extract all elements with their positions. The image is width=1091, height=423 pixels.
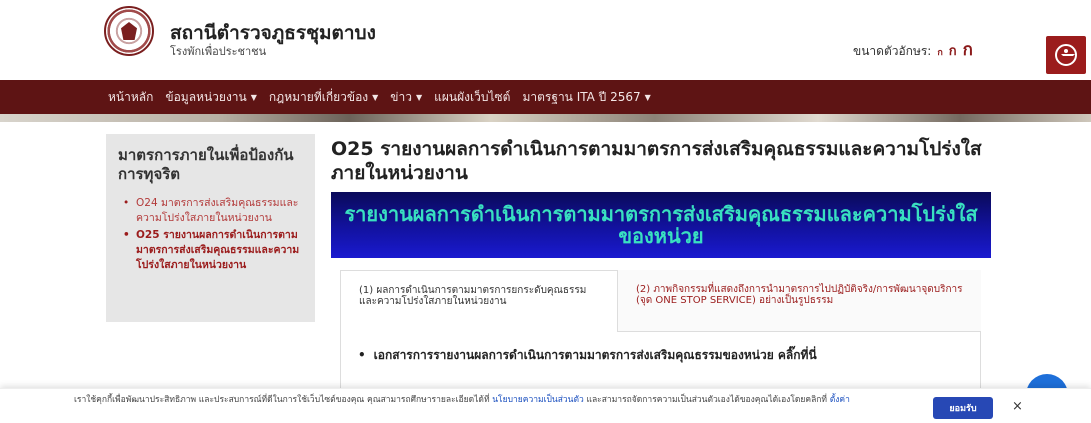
chevron-down-icon: ▼ — [250, 92, 257, 102]
page-title: O25 รายงานผลการดำเนินการตามมาตรการส่งเสร… — [331, 138, 982, 184]
sidebar: มาตรการภายในเพื่อป้องกันการทุจริต O24 มา… — [106, 134, 315, 322]
cookie-banner: เราใช้คุกกี้เพื่อพัฒนาประสิทธิภาพ และประ… — [0, 388, 1091, 423]
nav-item-label: ข้อมูลหน่วยงาน — [165, 89, 247, 104]
nav-item[interactable]: ข่าว ▼ — [390, 88, 422, 107]
nav-item[interactable]: หน้าหลัก — [108, 88, 153, 107]
police-emblem-logo[interactable] — [104, 6, 154, 56]
accessibility-button[interactable] — [1046, 36, 1086, 74]
report-banner: รายงานผลการดำเนินการตามมาตรการส่งเสริมคุ… — [331, 192, 991, 258]
chevron-down-icon: ▼ — [415, 92, 423, 102]
sidebar-title: มาตรการภายในเพื่อป้องกันการทุจริต — [118, 146, 294, 183]
tab-activities[interactable]: (2) ภาพกิจกรรมที่แสดงถึงการนำมาตรการไปปฏ… — [618, 270, 981, 332]
tabs: (1) ผลการดำเนินการตามมาตรการยกระดับคุณธร… — [340, 270, 981, 332]
nav-item-label: หน้าหลัก — [108, 89, 154, 104]
emblem-shield-icon — [121, 22, 137, 40]
cookie-text-after: และสามารถจัดการความเป็นส่วนตัวเองได้ของค… — [583, 395, 830, 405]
sidebar-item-o24[interactable]: O24 มาตรการส่งเสริมคุณธรรมและความโปร่งใส… — [118, 196, 303, 226]
font-size-large-button[interactable]: ก — [963, 36, 973, 63]
cookie-text-before: เราใช้คุกกี้เพื่อพัฒนาประสิทธิภาพ และประ… — [74, 395, 493, 405]
close-icon[interactable]: × — [1012, 399, 1023, 414]
nav-item[interactable]: มาตรฐาน ITA ปี 2567 ▼ — [522, 88, 650, 107]
font-size-label: ขนาดตัวอักษร: — [853, 44, 932, 58]
nav-decorative-strip — [0, 114, 1091, 122]
font-size-control: ขนาดตัวอักษร: ก ก ก — [853, 36, 973, 63]
cookie-text: เราใช้คุกกี้เพื่อพัฒนาประสิทธิภาพ และประ… — [74, 394, 914, 406]
nav-item[interactable]: ข้อมูลหน่วยงาน ▼ — [165, 88, 257, 107]
accept-cookies-button[interactable]: ยอมรับ — [933, 397, 993, 419]
nav-item-label: แผนผังเว็บไซต์ — [434, 89, 511, 104]
banner-text: รายงานผลการดำเนินการตามมาตรการส่งเสริมคุ… — [344, 202, 978, 248]
accessibility-icon — [1055, 44, 1077, 66]
tab-results[interactable]: (1) ผลการดำเนินการตามมาตรการยกระดับคุณธร… — [340, 270, 618, 332]
sidebar-list: O24 มาตรการส่งเสริมคุณธรรมและความโปร่งใส… — [118, 196, 303, 273]
chevron-down-icon: ▼ — [644, 92, 651, 102]
privacy-policy-link[interactable]: นโยบายความเป็นส่วนตัว — [492, 395, 584, 405]
chevron-down-icon: ▼ — [372, 92, 379, 102]
cookie-settings-link[interactable]: ตั้งค่า — [830, 395, 850, 405]
main-nav: หน้าหลัก ข้อมูลหน่วยงาน ▼ กฎหมายที่เกี่ยวข้… — [0, 80, 1091, 114]
site-header: สถานีตำรวจภูธรชุมตาบง โรงพักเพื่อประชาชน… — [0, 0, 1091, 80]
nav-item-label: มาตรฐาน ITA ปี 2567 — [522, 89, 641, 104]
font-size-medium-button[interactable]: ก — [949, 40, 957, 61]
site-subtitle: โรงพักเพื่อประชาชน — [170, 45, 267, 58]
nav-item-label: ข่าว — [390, 89, 412, 104]
document-link[interactable]: เอกสารการรายงานผลการดำเนินการตามมาตรการส… — [358, 346, 817, 365]
font-size-small-button[interactable]: ก — [937, 45, 942, 59]
nav-item-label: กฎหมายที่เกี่ยวข้อง — [268, 89, 369, 104]
nav-item[interactable]: กฎหมายที่เกี่ยวข้อง ▼ — [269, 88, 378, 107]
sidebar-item-o25[interactable]: O25 รายงานผลการดำเนินการตามมาตรการส่งเสร… — [118, 228, 303, 273]
nav-item[interactable]: แผนผังเว็บไซต์ — [434, 88, 510, 107]
